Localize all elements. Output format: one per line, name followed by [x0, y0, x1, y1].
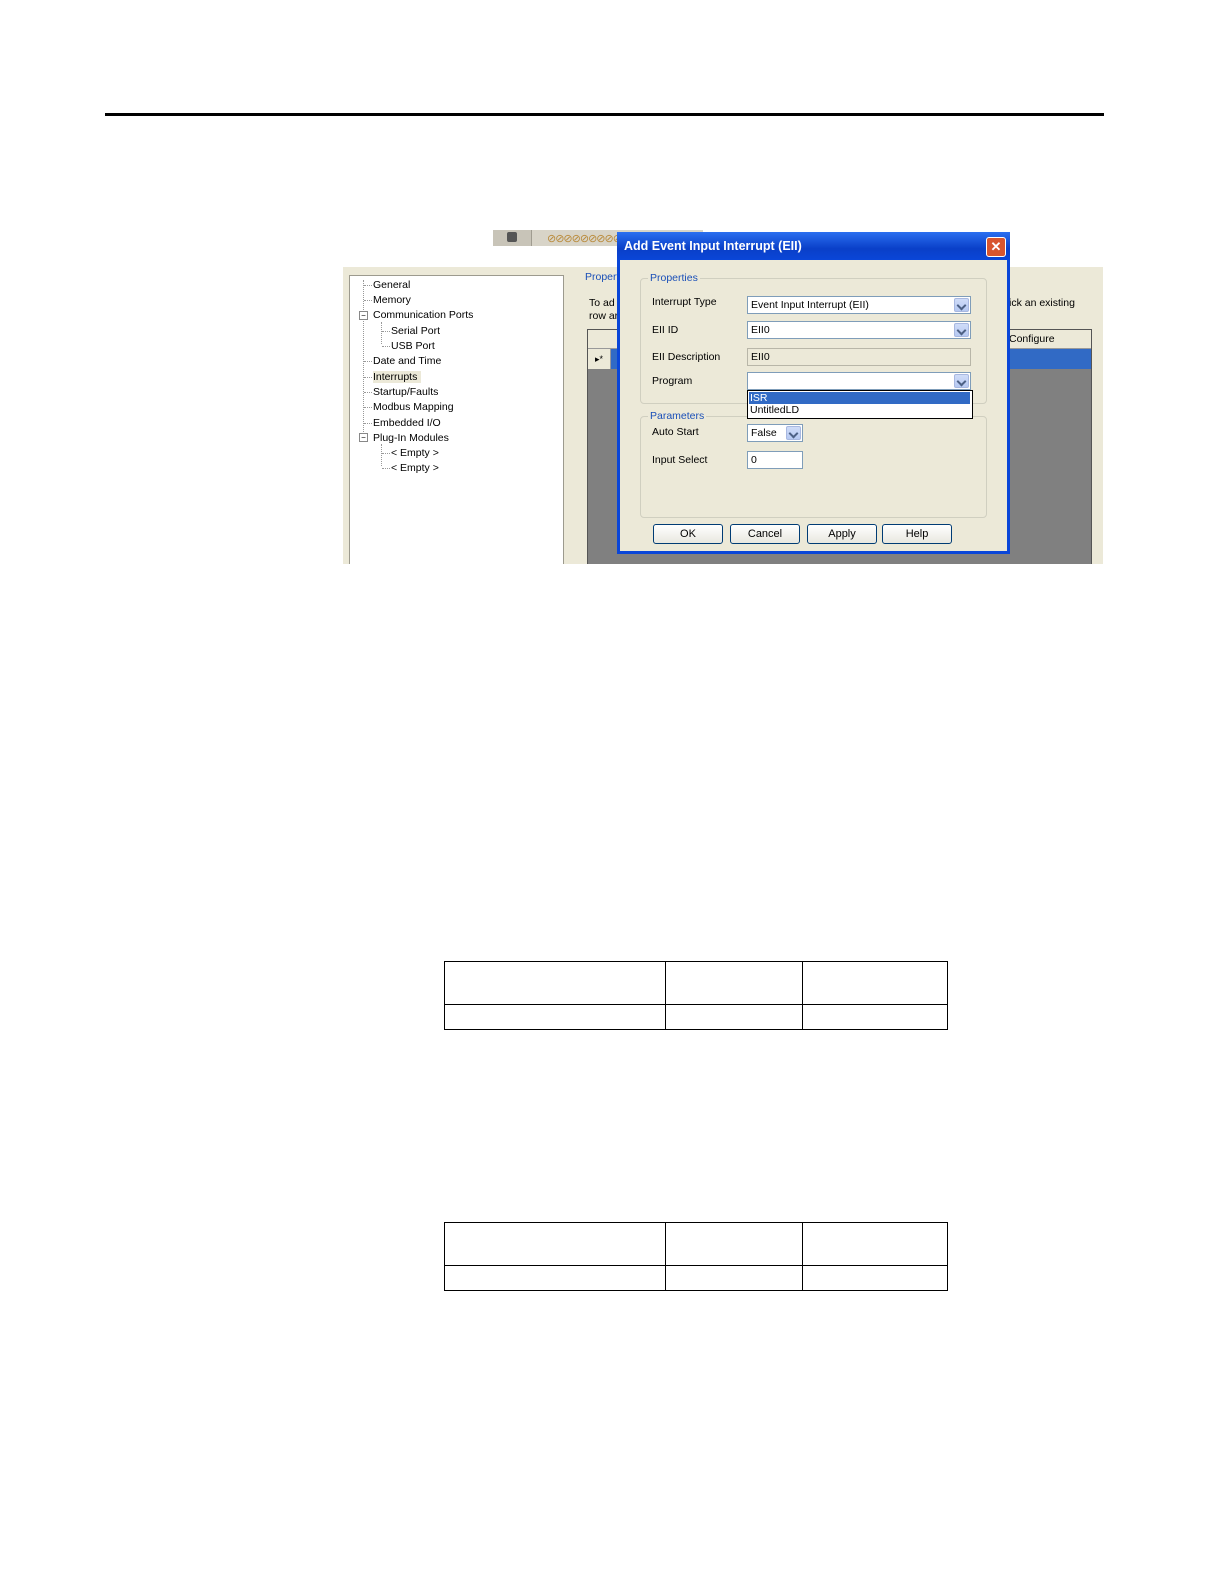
- chevron-down-icon[interactable]: [954, 298, 969, 312]
- tree-item-date-and-time[interactable]: Date and Time: [373, 355, 441, 367]
- tree-item-modbus-mapping[interactable]: Modbus Mapping: [373, 401, 454, 413]
- apply-button[interactable]: Apply: [807, 524, 877, 544]
- collapse-icon[interactable]: −: [359, 433, 368, 442]
- table-cell: [665, 961, 803, 1005]
- cancel-button[interactable]: Cancel: [730, 524, 800, 544]
- input-select-label: Input Select: [652, 454, 708, 466]
- panel-description: row ar: [589, 310, 619, 322]
- tree-item-communication-ports[interactable]: Communication Ports: [373, 309, 473, 321]
- table-cell: [444, 961, 666, 1005]
- collapse-icon[interactable]: −: [359, 311, 368, 320]
- panel-description: ick an existing: [1009, 297, 1075, 309]
- camera-icon: [507, 232, 517, 242]
- input-select-field[interactable]: 0: [747, 451, 803, 469]
- tree-item-memory[interactable]: Memory: [373, 294, 411, 306]
- program-dropdown-list[interactable]: ISR UntitledLD: [747, 390, 973, 419]
- tree-connector: [364, 285, 372, 286]
- tree-connector: [382, 346, 390, 347]
- add-eii-dialog: Add Event Input Interrupt (EII) ✕ Proper…: [617, 232, 1010, 554]
- parameters-legend: Parameters: [648, 410, 707, 422]
- table-cell: [802, 961, 948, 1005]
- eii-description-label: EII Description: [652, 351, 721, 363]
- tree-connector: [364, 392, 372, 393]
- eii-id-value: EII0: [751, 324, 770, 336]
- properties-legend: Properties: [648, 272, 700, 284]
- auto-start-label: Auto Start: [652, 426, 699, 438]
- table-cell: [665, 1222, 803, 1266]
- tree-connector: [364, 300, 372, 301]
- tree-connector: [382, 453, 390, 454]
- chevron-down-icon[interactable]: [786, 426, 801, 440]
- tree-connector: [364, 377, 372, 378]
- table-cell: [665, 1265, 803, 1291]
- tree-item-empty-slot-1[interactable]: < Empty >: [391, 447, 439, 459]
- table-cell: [802, 1222, 948, 1266]
- table-cell: [802, 1265, 948, 1291]
- program-option-untitledld[interactable]: UntitledLD: [749, 404, 970, 416]
- dialog-title: Add Event Input Interrupt (EII): [617, 232, 1010, 260]
- auto-start-select[interactable]: False: [747, 424, 803, 442]
- tree-connector: [381, 322, 382, 344]
- tree-item-plug-in-modules[interactable]: Plug-In Modules: [373, 432, 449, 444]
- eii-id-select[interactable]: EII0: [747, 321, 971, 339]
- chevron-down-icon[interactable]: [954, 323, 969, 337]
- toolbar-button[interactable]: [493, 230, 532, 246]
- tree-item-general[interactable]: General: [373, 279, 410, 291]
- eii-description-value: EII0: [751, 351, 770, 363]
- eii-id-label: EII ID: [652, 324, 679, 336]
- interrupt-type-value: Event Input Interrupt (EII): [751, 299, 869, 311]
- interrupt-type-select[interactable]: Event Input Interrupt (EII): [747, 296, 971, 314]
- close-icon[interactable]: ✕: [986, 237, 1006, 257]
- properties-group-label: Propert: [585, 271, 620, 283]
- row-marker: ▸*: [588, 349, 611, 369]
- screenshot-region: ⊘⊘⊘⊘⊘⊘⊘⊘⊘⊘⊘⊘⊘⊘ − − General Memory Commun…: [343, 230, 1103, 564]
- ok-button[interactable]: OK: [653, 524, 723, 544]
- tree-item-usb-port[interactable]: USB Port: [391, 340, 435, 352]
- tree-item-serial-port[interactable]: Serial Port: [391, 325, 440, 337]
- tree-connector: [382, 468, 390, 469]
- auto-start-value: False: [751, 427, 777, 439]
- tree-connector: [364, 423, 372, 424]
- navigation-tree: − − General Memory Communication Ports S…: [349, 275, 564, 564]
- table-cell: [444, 1222, 666, 1266]
- table-cell: [802, 1004, 948, 1030]
- grid-column-configure[interactable]: Configure: [1008, 330, 1092, 348]
- help-button[interactable]: Help: [882, 524, 952, 544]
- tree-connector: [382, 331, 390, 332]
- table-cell: [444, 1265, 666, 1291]
- tree-connector: [363, 280, 364, 440]
- program-label: Program: [652, 375, 693, 387]
- tree-item-embedded-io[interactable]: Embedded I/O: [373, 417, 441, 429]
- tree-connector: [364, 407, 372, 408]
- tree-connector: [381, 444, 382, 466]
- document-table-1: [444, 961, 948, 1030]
- eii-description-field: EII0: [747, 348, 971, 366]
- document-table-2: [444, 1222, 948, 1291]
- tree-item-startup-faults[interactable]: Startup/Faults: [373, 386, 438, 398]
- input-select-value: 0: [751, 454, 757, 466]
- interrupt-type-label: Interrupt Type: [652, 296, 717, 308]
- tree-connector: [364, 361, 372, 362]
- panel-description: To ad: [589, 297, 615, 309]
- tree-item-interrupts[interactable]: Interrupts: [373, 371, 422, 383]
- program-select[interactable]: [747, 372, 971, 390]
- table-cell: [444, 1004, 666, 1030]
- chevron-down-icon[interactable]: [954, 374, 969, 388]
- page-header-rule: [105, 113, 1104, 116]
- table-cell: [665, 1004, 803, 1030]
- tree-item-empty-slot-2[interactable]: < Empty >: [391, 462, 439, 474]
- program-option-isr[interactable]: ISR: [749, 392, 970, 404]
